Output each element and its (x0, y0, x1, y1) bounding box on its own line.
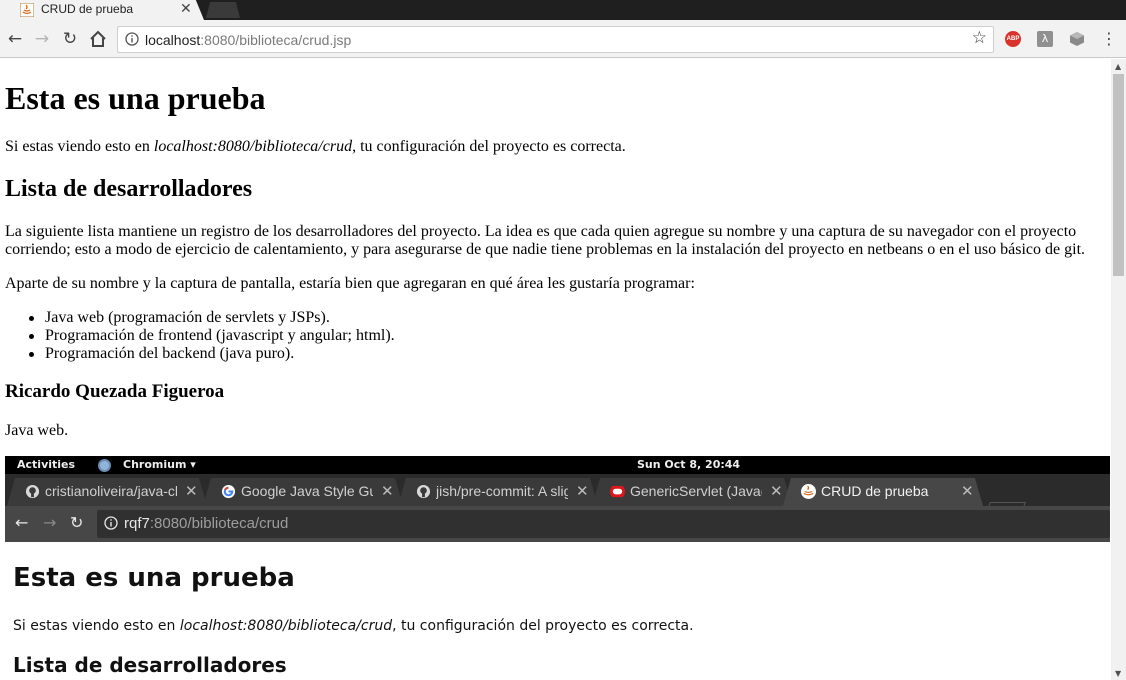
java-icon (801, 484, 816, 499)
clock-label: Sun Oct 8, 20:44 (637, 458, 741, 471)
description-line-2: corriendo; esto a modo de ejercicio de c… (5, 241, 1086, 258)
screenshot-intro-paragraph: Si estas viendo esto en localhost:8080/b… (13, 618, 694, 634)
close-tab-icon[interactable]: ✕ (180, 0, 192, 17)
abp-icon[interactable]: ABP (1005, 31, 1021, 47)
intro-paragraph: Si estas viendo esto en localhost:8080/b… (5, 138, 626, 156)
cube-icon[interactable] (1069, 31, 1085, 47)
screenshot-tab: jish/pre-commit: A slig ✕ (398, 478, 598, 506)
screenshot-address-bar: rqf7:8080/biblioteca/crud (97, 510, 1110, 538)
scroll-up-icon[interactable]: ▲ (1115, 62, 1121, 71)
vertical-scrollbar[interactable]: ▲ ▼ (1111, 59, 1126, 680)
reload-icon[interactable]: ↻ (60, 29, 80, 49)
screenshot-intro-after: , tu configuración del proyecto es corre… (392, 618, 694, 634)
intro-text-after: , tu configuración del proyecto es corre… (352, 138, 626, 155)
screenshot-page: Esta es una prueba Si estas viendo esto … (5, 542, 1110, 680)
address-bar[interactable]: localhost:8080/biblioteca/crud.jsp ☆ (117, 26, 994, 53)
url-text: localhost:8080/biblioteca/crud.jsp (145, 32, 351, 48)
screenshot-section-heading: Lista de desarrolladores (13, 653, 287, 677)
screenshot-toolbar: ← → ↻ rqf7:8080/biblioteca/crud (5, 506, 1110, 542)
home-icon[interactable] (88, 29, 108, 49)
screenshot-tab-title: CRUD de prueba (821, 483, 929, 499)
url-path: :8080/biblioteca/crud.jsp (200, 32, 352, 48)
close-icon: ✕ (381, 482, 394, 500)
screenshot-tab-title: jish/pre-commit: A slig (436, 483, 568, 499)
forward-arrow-icon[interactable]: → (32, 29, 52, 49)
chromium-icon (98, 459, 111, 472)
screenshot-intro-before: Si estas viendo esto en (13, 618, 180, 634)
areas-paragraph: Aparte de su nombre y la captura de pant… (5, 275, 695, 292)
screenshot-page-title: Esta es una prueba (13, 563, 295, 593)
intro-url: localhost:8080/biblioteca/crud (153, 138, 353, 155)
screenshot-tab-title: cristianoliveira/java-ch (45, 483, 177, 499)
screenshot-tab: Google Java Style Gui ✕ (203, 478, 403, 506)
tab-title: CRUD de prueba (41, 2, 134, 16)
oracle-icon (610, 485, 625, 498)
areas-list: Java web (programación de servlets y JSP… (29, 309, 395, 363)
screenshot-tab-active: CRUD de prueba ✕ (783, 478, 983, 506)
screenshot-url-host: rqf7 (124, 515, 150, 532)
screenshot-url: rqf7:8080/biblioteca/crud (124, 515, 288, 532)
section-heading: Lista de desarrolladores (5, 176, 253, 202)
list-item: Programación del backend (java puro). (29, 345, 395, 363)
lambda-icon[interactable]: λ (1037, 31, 1053, 47)
intro-text-before: Si estas viendo esto en (5, 138, 154, 155)
google-icon (221, 484, 236, 499)
list-item: Programación de frontend (javascript y a… (29, 327, 395, 344)
java-icon (20, 3, 34, 17)
menu-icon[interactable]: ⋮ (1101, 29, 1117, 49)
developer-area: Java web. (5, 422, 69, 439)
github-icon (25, 484, 40, 499)
screenshot-tab-title: Google Java Style Gui (241, 483, 373, 499)
description-line-1: La siguiente lista mantiene un registro … (5, 223, 1077, 240)
screenshot-tab-title: GenericServlet (Java(T (630, 483, 762, 499)
screenshot-intro-url: localhost:8080/biblioteca/crud (179, 618, 393, 634)
close-icon: ✕ (770, 482, 783, 500)
screenshot-tab: cristianoliveira/java-ch ✕ (7, 478, 207, 506)
activities-label: Activities (17, 458, 76, 471)
back-arrow-icon: ← (15, 513, 29, 532)
url-host: localhost (145, 32, 201, 48)
info-icon (104, 516, 118, 530)
close-icon: ✕ (185, 482, 198, 500)
developer-screenshot: Activities Chromium ▾ Sun Oct 8, 20:44 c… (5, 456, 1110, 680)
reload-icon: ↻ (70, 513, 84, 532)
bookmark-star-icon[interactable]: ☆ (972, 28, 987, 48)
github-icon (416, 484, 431, 499)
screenshot-tab: GenericServlet (Java(T ✕ (592, 478, 792, 506)
tab-crud-de-prueba[interactable]: CRUD de prueba ✕ (0, 0, 204, 20)
tab-strip: CRUD de prueba ✕ (0, 0, 1126, 20)
back-arrow-icon[interactable]: ← (5, 29, 25, 49)
gnome-top-bar: Activities Chromium ▾ Sun Oct 8, 20:44 (5, 456, 1110, 474)
forward-arrow-icon: → (43, 513, 57, 532)
close-icon: ✕ (961, 482, 974, 500)
list-item: Java web (programación de servlets y JSP… (29, 309, 395, 327)
new-tab-button[interactable] (206, 2, 240, 18)
close-icon: ✕ (576, 482, 589, 500)
screenshot-tab-strip: cristianoliveira/java-ch ✕ Google Java S… (5, 474, 1110, 518)
screenshot-url-path: :8080/biblioteca/crud (149, 515, 289, 532)
info-icon[interactable] (125, 32, 139, 46)
app-menu-label: Chromium ▾ (123, 458, 196, 471)
page-title: Esta es una prueba (5, 80, 266, 116)
scroll-down-icon[interactable]: ▼ (1115, 669, 1121, 678)
developer-name: Ricardo Quezada Figueroa (5, 381, 225, 402)
scrollbar-thumb[interactable] (1113, 74, 1124, 276)
